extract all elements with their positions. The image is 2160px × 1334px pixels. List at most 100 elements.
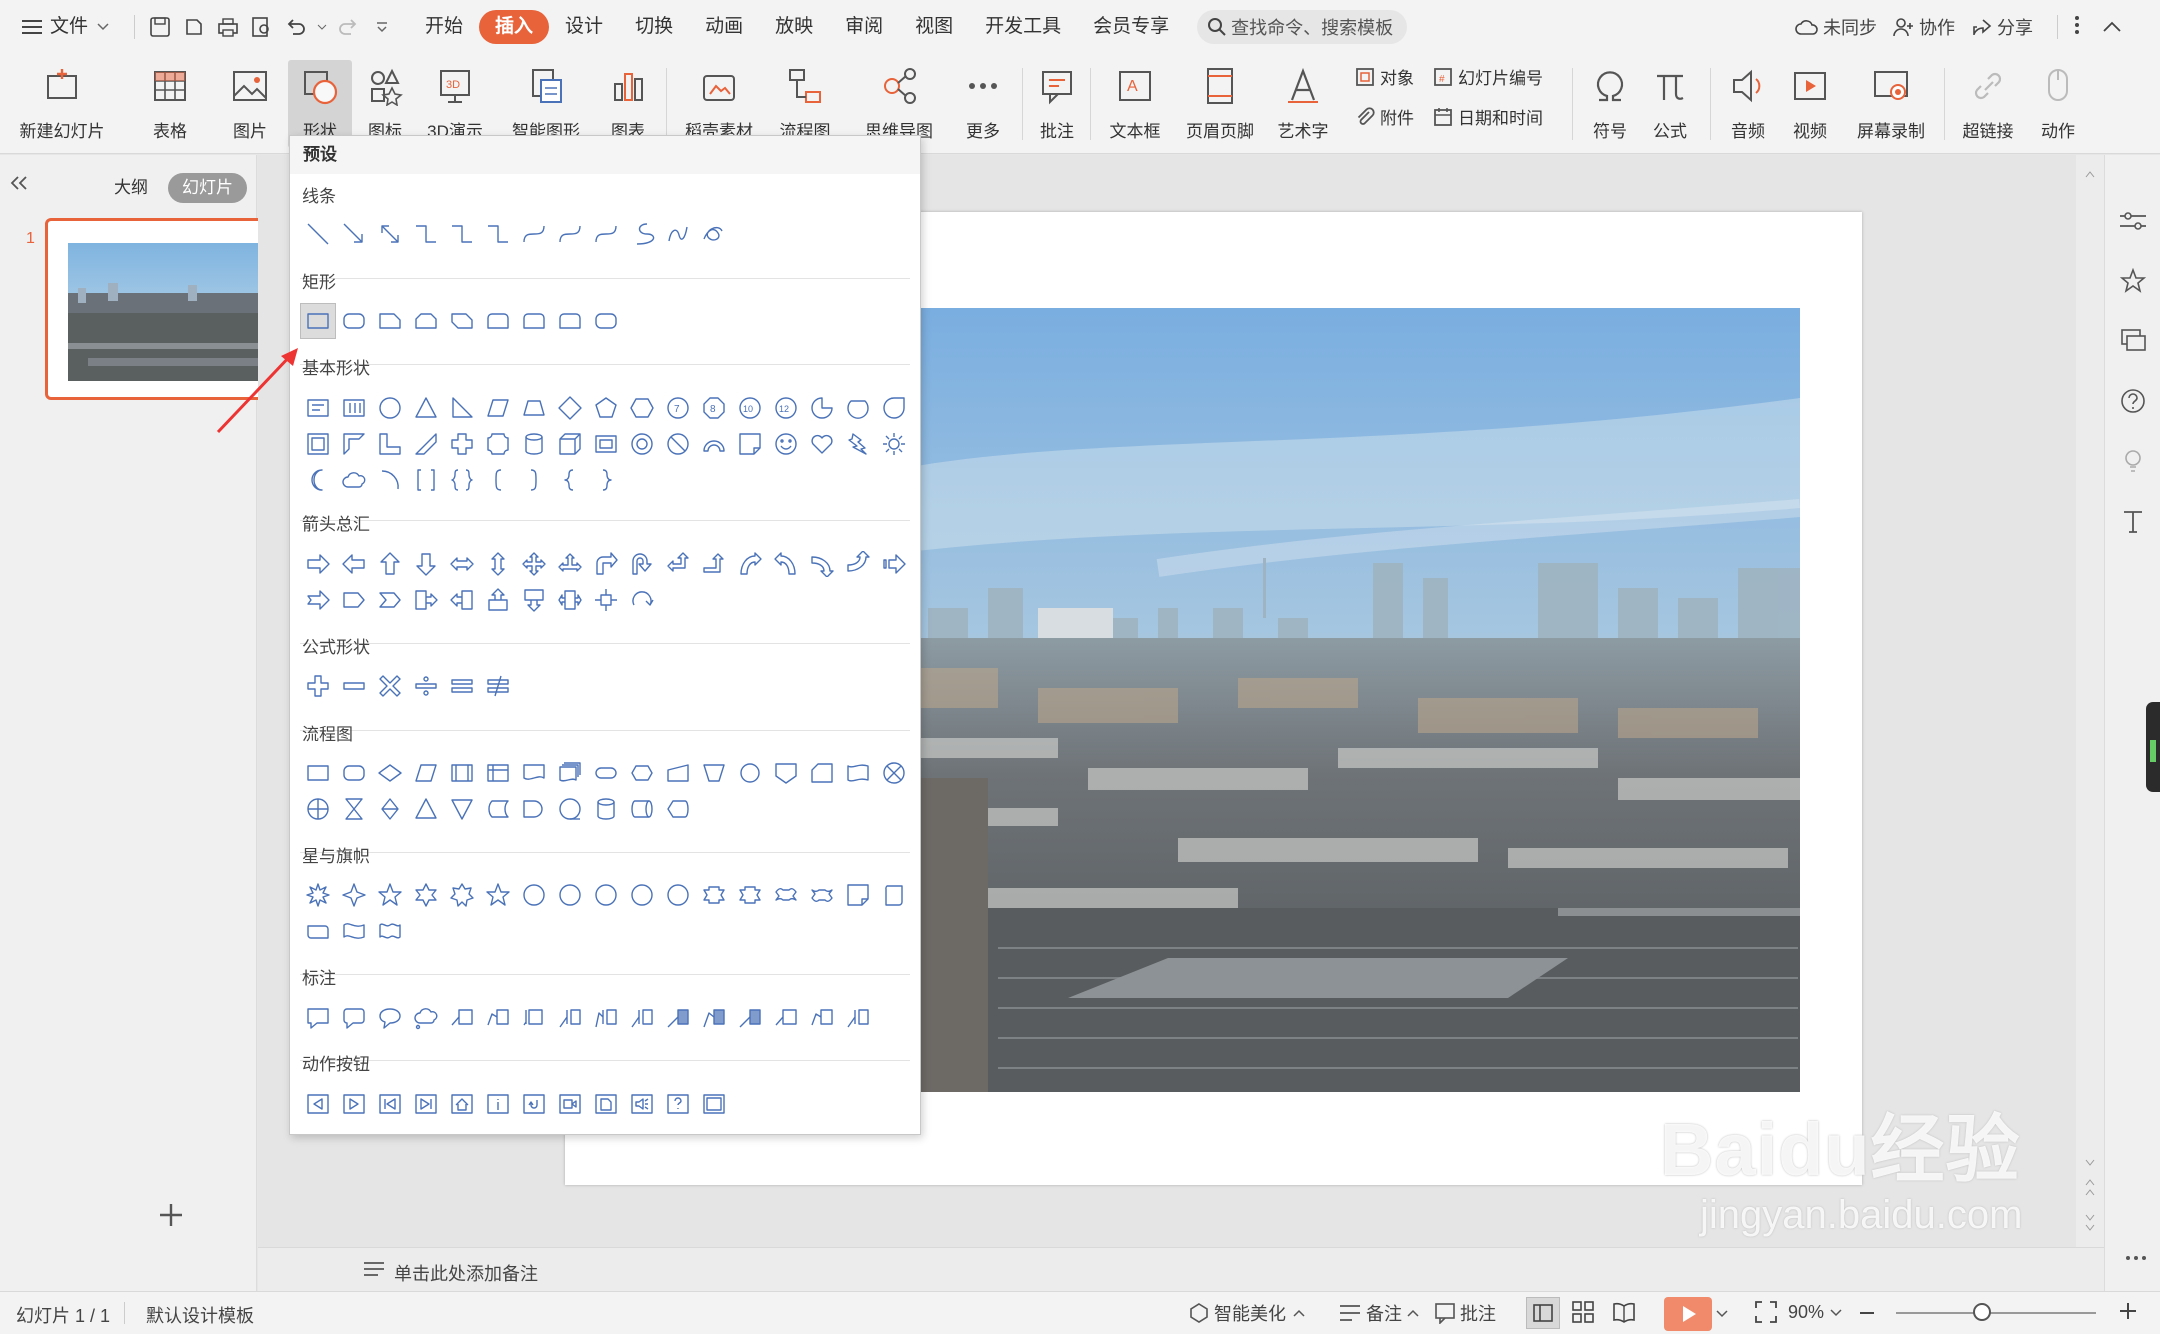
scroll-up-icon[interactable] xyxy=(2076,159,2104,189)
properties-icon[interactable] xyxy=(2113,201,2153,241)
shape-chord-icon[interactable] xyxy=(840,390,876,426)
shape-ftape-icon[interactable] xyxy=(840,755,876,791)
tab-transition[interactable]: 切换 xyxy=(619,10,689,44)
export-icon[interactable] xyxy=(179,12,209,42)
shape-cline3-icon[interactable] xyxy=(516,1000,552,1036)
shape-dbrace-icon[interactable] xyxy=(444,462,480,498)
shape-lcallout-icon[interactable] xyxy=(444,582,480,618)
transition-icon[interactable] xyxy=(2113,321,2153,361)
shape-cfill-icon[interactable] xyxy=(732,1000,768,1036)
shape-arc-icon[interactable] xyxy=(696,426,732,462)
shape-fmanin-icon[interactable] xyxy=(660,755,696,791)
shape-rrect-icon[interactable] xyxy=(588,303,624,339)
shape-cbar-icon[interactable] xyxy=(624,1000,660,1036)
shape-smile-icon[interactable] xyxy=(768,426,804,462)
comment-toggle-button[interactable]: 批注 xyxy=(1434,1300,1496,1326)
shape-rtop-icon[interactable] xyxy=(552,303,588,339)
audio-button[interactable]: 音频 xyxy=(1720,60,1776,148)
sync-button[interactable]: 未同步 xyxy=(1795,14,1877,40)
shape-minus-icon[interactable] xyxy=(336,668,372,704)
shape-lbracket-icon[interactable] xyxy=(480,462,516,498)
action-button[interactable]: 动作 xyxy=(2030,60,2086,148)
shape-scurve-icon[interactable] xyxy=(624,216,660,252)
shape-ab_back-icon[interactable] xyxy=(300,1086,336,1122)
more-button[interactable]: 更多 xyxy=(954,60,1012,148)
shape-ab_help-icon[interactable] xyxy=(660,1086,696,1122)
picture-button[interactable]: 图片 xyxy=(220,60,280,148)
hyperlink-button[interactable]: 超链接 xyxy=(1952,60,2024,148)
add-slide-icon[interactable] xyxy=(158,1202,184,1233)
lightbulb-icon[interactable] xyxy=(2113,441,2153,481)
shape-curve-icon[interactable] xyxy=(516,216,552,252)
template-name[interactable]: 默认设计模板 xyxy=(146,1302,254,1328)
tab-animation[interactable]: 动画 xyxy=(689,10,759,44)
slide-photo[interactable] xyxy=(858,308,1800,1092)
shape-plaque-icon[interactable] xyxy=(480,426,516,462)
shape-star5-icon[interactable] xyxy=(480,877,516,913)
shape-arcline-icon[interactable] xyxy=(372,462,408,498)
shape-fold-icon[interactable] xyxy=(732,426,768,462)
tab-review[interactable]: 审阅 xyxy=(829,10,899,44)
shape-wave-icon[interactable] xyxy=(336,913,372,949)
side-widget-handle[interactable] xyxy=(2146,702,2160,792)
shape-dcallout-icon[interactable] xyxy=(516,582,552,618)
shape-can-icon[interactable] xyxy=(516,426,552,462)
shape-rtop-icon[interactable] xyxy=(516,303,552,339)
tab-insert[interactable]: 插入 xyxy=(479,10,550,44)
video-button[interactable]: 视频 xyxy=(1782,60,1838,148)
shape-fseq-icon[interactable] xyxy=(552,791,588,827)
shape-fsort-icon[interactable] xyxy=(372,791,408,827)
shape-uda-icon[interactable] xyxy=(480,546,516,582)
shape-num7-icon[interactable]: 7 xyxy=(660,390,696,426)
shape-fcollate-icon[interactable] xyxy=(336,791,372,827)
symbol-button[interactable]: 符号 xyxy=(1582,60,1638,148)
shape-para-icon[interactable] xyxy=(480,390,516,426)
tab-slides[interactable]: 幻灯片 xyxy=(168,173,247,203)
shape-tear-icon[interactable] xyxy=(876,390,912,426)
customize-toolbar-icon[interactable] xyxy=(367,12,397,42)
shape-fstored-icon[interactable] xyxy=(480,791,516,827)
redo-icon[interactable] xyxy=(333,12,363,42)
shape-falt-icon[interactable] xyxy=(336,755,372,791)
shape-noSym-icon[interactable] xyxy=(660,426,696,462)
shape-starN-icon[interactable] xyxy=(588,877,624,913)
shape-elbow-icon[interactable] xyxy=(444,216,480,252)
shape-pent-icon[interactable] xyxy=(588,390,624,426)
attachment-button[interactable]: 附件 xyxy=(1354,104,1414,129)
shape-num10-icon[interactable]: 10 xyxy=(732,390,768,426)
shape-chevron-icon[interactable] xyxy=(372,582,408,618)
shape-fcard-icon[interactable] xyxy=(804,755,840,791)
shape-rbrace-icon[interactable] xyxy=(588,462,624,498)
shape-ab_fwd-icon[interactable] xyxy=(336,1086,372,1122)
shape-fextract-icon[interactable] xyxy=(408,791,444,827)
beautify-button[interactable]: 智能美化 xyxy=(1188,1300,1306,1326)
shape-hex-icon[interactable] xyxy=(624,390,660,426)
shape-ab_begin-icon[interactable] xyxy=(372,1086,408,1122)
text-format-icon[interactable] xyxy=(2113,501,2153,541)
textbox-button[interactable]: A 文本框 xyxy=(1100,60,1170,148)
shape-notched-icon[interactable] xyxy=(300,582,336,618)
shape-finternal-icon[interactable] xyxy=(480,755,516,791)
shape-dwave-icon[interactable] xyxy=(372,913,408,949)
shape-coval-icon[interactable] xyxy=(372,1000,408,1036)
more-tools-icon[interactable] xyxy=(2125,1248,2147,1266)
object-button[interactable]: 对象 xyxy=(1354,64,1414,89)
shape-elbow-icon[interactable] xyxy=(480,216,516,252)
shape-fprocess-icon[interactable] xyxy=(300,755,336,791)
shape-snip-icon[interactable] xyxy=(372,303,408,339)
print-preview-icon[interactable] xyxy=(247,12,277,42)
shape-ribbon-icon[interactable] xyxy=(696,877,732,913)
undo-icon[interactable] xyxy=(281,12,311,42)
shape-curvd-icon[interactable] xyxy=(840,546,876,582)
shape-ab_ret-icon[interactable] xyxy=(516,1086,552,1122)
shape-diag-icon[interactable] xyxy=(444,303,480,339)
shape-num8-icon[interactable]: 8 xyxy=(696,390,732,426)
shape-ucallout-icon[interactable] xyxy=(480,582,516,618)
shape-fterm-icon[interactable] xyxy=(588,755,624,791)
tab-design[interactable]: 设计 xyxy=(549,10,619,44)
slide-number-button[interactable]: # 幻灯片编号 xyxy=(1432,64,1543,89)
scroll-page-icons[interactable] xyxy=(2076,1155,2104,1255)
shape-fdata-icon[interactable] xyxy=(408,755,444,791)
shape-num12-icon[interactable]: 12 xyxy=(768,390,804,426)
shape-equal-icon[interactable] xyxy=(444,668,480,704)
